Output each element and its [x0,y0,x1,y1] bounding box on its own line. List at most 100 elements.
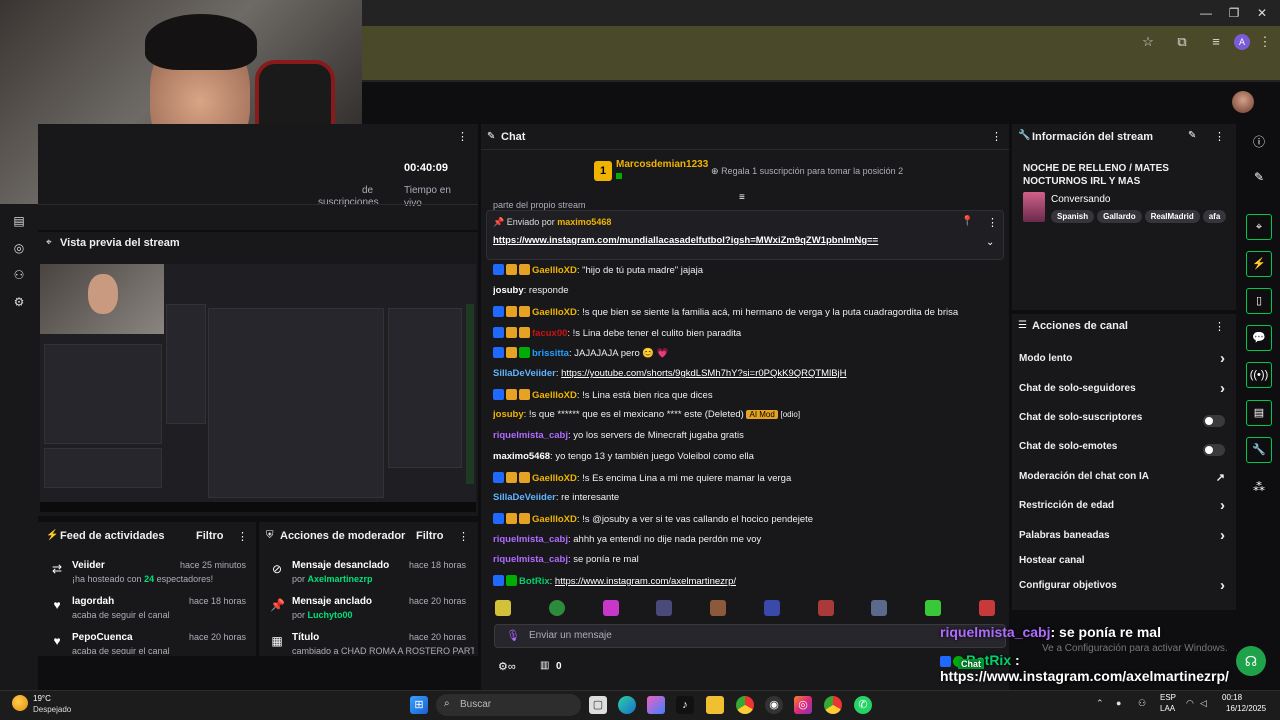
clock-date[interactable]: 16/12/2025 [1226,704,1266,713]
channel-action-row[interactable]: Palabras baneadas › [1019,527,1229,550]
modact-filter-button[interactable]: Filtro [416,530,444,542]
chat-menu-icon[interactable]: ⋮ [991,130,1002,143]
chat-message[interactable]: GaellloXD: !s Es encima Lina a mi me qui… [493,472,1005,488]
copilot-icon[interactable] [647,696,665,714]
tray-chevron-icon[interactable]: ⌃ [1096,698,1104,709]
collapse-icon[interactable]: ≡ [739,192,745,203]
channel-action-row[interactable]: Hostear canal [1019,555,1229,575]
tray-app-icon[interactable]: ● [1116,698,1121,708]
chat-settings-icon[interactable]: ⚙∞ [498,660,516,673]
chat-message[interactable]: GaellloXD: !s que bien se siente la fami… [493,306,1005,322]
emote[interactable] [549,600,565,616]
channel-action-row[interactable]: Configurar objetivos › [1019,577,1229,600]
browser-menu-icon[interactable]: ⋮ [1256,34,1274,52]
unpin-icon[interactable]: 📍 [961,216,973,227]
close-icon[interactable]: ✕ [1252,6,1272,22]
profile-avatar[interactable]: A [1234,34,1250,50]
add-action-icon[interactable]: ⁂ [1250,480,1268,498]
chat-username[interactable]: josuby [493,285,524,296]
channel-action-row[interactable]: Restricción de edad › [1019,497,1229,520]
emote[interactable] [979,600,995,616]
task-view-icon[interactable]: ▢ [589,696,607,714]
chat-username[interactable]: riquelmista_cabj [493,554,568,565]
quick-action-phone-icon[interactable]: ▯ [1246,288,1272,314]
quick-action-broadcast-icon[interactable]: ((•)) [1246,362,1272,388]
category-thumbnail[interactable] [1023,192,1045,222]
microphone-icon[interactable]: 🎙 [506,629,520,642]
stats-menu-icon[interactable]: ⋮ [457,130,468,143]
language-1[interactable]: ESP [1160,693,1176,702]
emote[interactable] [871,600,887,616]
channel-action-row[interactable]: Chat de solo-suscriptores [1019,412,1229,432]
chat-username[interactable]: brissitta [532,348,569,359]
chat-username[interactable]: SillaDeVeiider [493,368,556,379]
obs-icon[interactable]: ◉ [765,696,783,714]
settings-icon[interactable]: ⚙ [10,295,28,313]
emote[interactable] [710,600,726,616]
toggle-switch[interactable] [1203,415,1225,427]
chat-username[interactable]: GaellloXD [532,473,577,484]
quick-action-chat-icon[interactable]: 💬 [1246,325,1272,351]
chevron-down-icon[interactable]: ⌄ [986,237,994,248]
emote[interactable] [818,600,834,616]
wifi-icon[interactable]: ◠ [1186,698,1194,709]
chat-message[interactable]: SillaDeVeiider: https://youtube.com/shor… [493,368,1005,384]
tag[interactable]: Spanish [1051,210,1095,223]
chat-username[interactable]: SillaDeVeiider [493,492,556,503]
weather-temp[interactable]: 19°C [33,694,51,703]
folder-icon[interactable] [706,696,724,714]
category-name[interactable]: Conversando [1051,194,1110,205]
tag[interactable]: Gallardo [1097,210,1142,223]
clock-time[interactable]: 00:18 [1222,693,1242,702]
community-icon[interactable]: ⚇ [10,268,28,286]
chrome-profile-icon[interactable] [824,696,842,714]
tag[interactable]: RealMadrid [1144,210,1200,223]
chrome-icon[interactable] [736,696,754,714]
channel-action-row[interactable]: Moderación del chat con IA ↗ [1019,471,1229,491]
chat-link[interactable]: https://youtube.com/shorts/9gkdLSMh7hY?s… [561,368,846,379]
chat-message[interactable]: riquelmista_cabj: yo los servers de Mine… [493,430,1005,446]
info-menu-icon[interactable]: ⋮ [1214,130,1225,143]
emote[interactable] [495,600,511,616]
chat-message[interactable]: brissitta: JAJAJAJA pero 😊 💗 [493,347,1005,363]
dashboard-icon[interactable]: ▤ [10,214,28,232]
chat-username[interactable]: GaellloXD [532,514,577,525]
maximize-icon[interactable]: ❐ [1224,6,1244,22]
language-2[interactable]: LAA [1160,704,1175,713]
chat-message[interactable]: GaellloXD: !s Lina está bien rica que di… [493,389,1005,405]
pinned-menu-icon[interactable]: ⋮ [987,216,998,229]
quick-action-wrench-icon[interactable]: 🔧 [1246,437,1272,463]
edit-icon[interactable]: ✎ [1188,130,1196,141]
feed-menu-icon[interactable]: ⋮ [237,530,248,543]
extensions-icon[interactable]: ⧉ [1173,34,1191,52]
start-icon[interactable]: ⊞ [410,696,428,714]
chat-message[interactable]: GaellloXD: !s @josuby a ver si te vas ca… [493,513,1005,529]
channel-action-row[interactable]: Chat de solo-seguidores › [1019,380,1229,403]
pencil-icon[interactable]: ✎ [1250,170,1268,188]
bookmark-star-icon[interactable]: ☆ [1139,34,1157,52]
tiktok-icon[interactable]: ♪ [676,696,694,714]
channel-action-row[interactable]: Chat de solo-emotes [1019,441,1229,461]
chat-username[interactable]: maximo5468 [493,451,550,462]
chat-message[interactable]: BotRix: https://www.instagram.com/axelma… [493,575,1005,591]
chat-username[interactable]: facux00 [532,328,567,339]
tray-app-icon[interactable]: ⚇ [1138,698,1146,709]
tag[interactable]: afa [1202,210,1227,223]
emote[interactable] [656,600,672,616]
chat-username[interactable]: riquelmista_cabj [493,534,568,545]
quick-action-archive-icon[interactable]: ▤ [1246,400,1272,426]
chat-link[interactable]: https://www.instagram.com/axelmartinezrp… [555,576,736,587]
chat-message[interactable]: riquelmista_cabj: ahhh ya entendí no dij… [493,534,1005,550]
info-icon[interactable]: ⓘ [1250,133,1268,151]
support-chat-button[interactable]: ☊ [1236,646,1266,676]
channel-action-row[interactable]: Modo lento › [1019,350,1229,373]
emote[interactable] [925,600,941,616]
pinned-link[interactable]: https://www.instagram.com/mundiallacasad… [493,235,878,246]
weather-desc[interactable]: Despejado [33,705,71,714]
chat-username[interactable]: GaellloXD [532,307,577,318]
chat-message[interactable]: josuby: responde [493,285,1005,301]
chat-username[interactable]: GaellloXD [532,390,577,401]
quick-action-clip-icon[interactable]: ⌖ [1246,214,1272,240]
minimize-icon[interactable]: — [1196,6,1216,22]
quick-action-bolt-icon[interactable]: ⚡ [1246,251,1272,277]
